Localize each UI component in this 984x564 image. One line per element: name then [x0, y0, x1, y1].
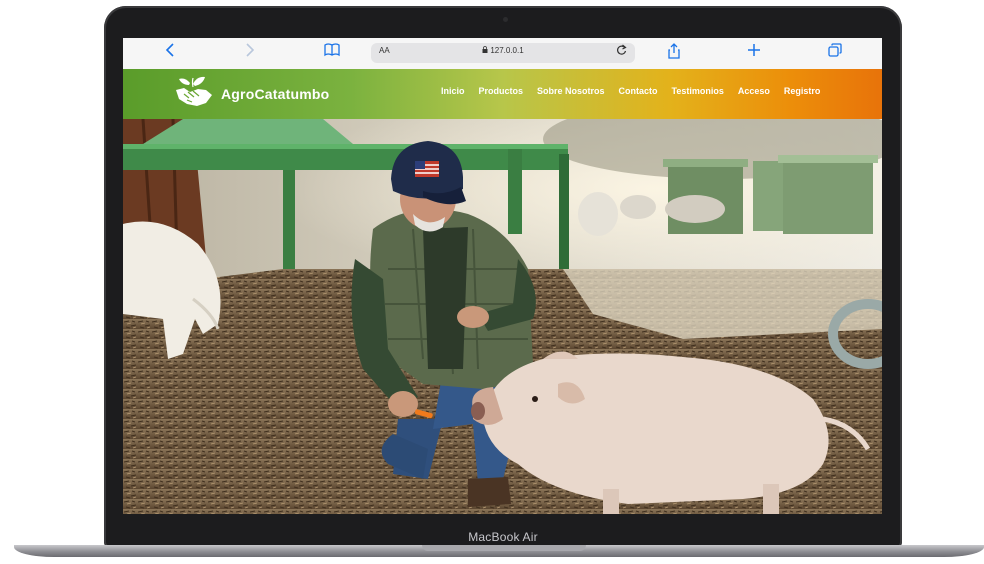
tabs-icon[interactable] [827, 43, 843, 63]
url-bar[interactable]: AA 127.0.0.1 [371, 43, 635, 63]
share-icon[interactable] [666, 43, 682, 63]
book-icon[interactable] [323, 43, 341, 63]
laptop-notch [422, 545, 586, 551]
nav-link-registro[interactable]: Registro [784, 86, 821, 96]
plus-icon[interactable] [746, 43, 762, 63]
lock-icon [482, 46, 488, 55]
chevron-right-icon[interactable] [243, 43, 257, 63]
nav-link-inicio[interactable]: Inicio [441, 86, 465, 96]
nav-link-contacto[interactable]: Contacto [619, 86, 658, 96]
camera-icon [503, 17, 508, 22]
screen: AA 127.0.0.1 AgroCatatumbo Inicio Produc… [123, 38, 882, 514]
brand-logo[interactable]: AgroCatatumbo [173, 74, 329, 114]
brand-name: AgroCatatumbo [221, 86, 330, 102]
chevron-left-icon[interactable] [163, 43, 177, 63]
nav-menu: Inicio Productos Sobre Nosotros Contacto… [441, 86, 820, 96]
reload-icon[interactable] [616, 44, 627, 59]
hero-image [123, 119, 882, 514]
url-text: 127.0.0.1 [490, 46, 524, 55]
nav-link-testimonios[interactable]: Testimonios [672, 86, 724, 96]
nav-link-acceso[interactable]: Acceso [738, 86, 770, 96]
nav-link-sobre-nosotros[interactable]: Sobre Nosotros [537, 86, 605, 96]
model-label: MacBook Air [468, 530, 538, 544]
site-header: AgroCatatumbo Inicio Productos Sobre Nos… [123, 69, 882, 119]
laptop-mockup: MacBook Air AA 127.0.0.1 AgroCatatumbo I… [0, 0, 984, 564]
browser-toolbar: AA 127.0.0.1 [123, 38, 882, 70]
handshake-leaf-icon [173, 74, 215, 115]
nav-link-productos[interactable]: Productos [479, 86, 524, 96]
